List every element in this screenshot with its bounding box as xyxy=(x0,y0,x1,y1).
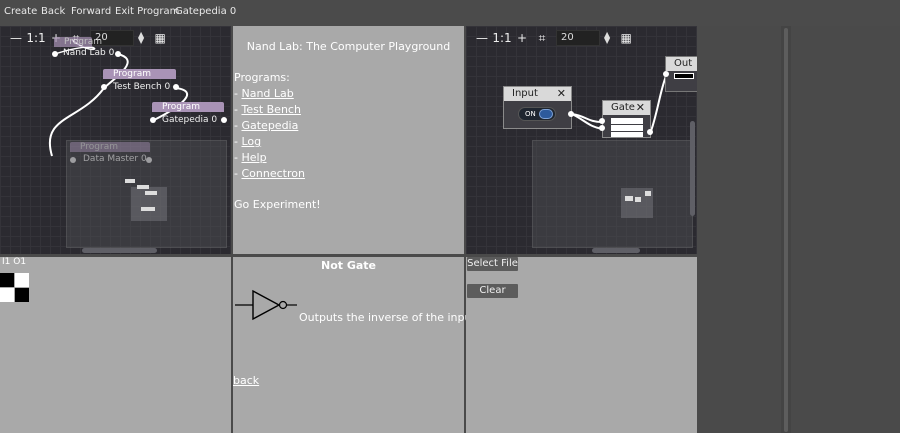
port[interactable] xyxy=(52,51,58,57)
minimap-node xyxy=(645,191,651,196)
port[interactable] xyxy=(599,118,605,124)
circuit-toolbar: — 1:1 + ⌗ 20 ▲ ▼ ▦ xyxy=(472,29,636,47)
menu-gatepedia[interactable]: Gatepedia 0 xyxy=(175,6,236,17)
port[interactable] xyxy=(647,129,653,135)
file-panel: Select File Clear xyxy=(466,257,697,433)
snap-icon[interactable]: ⌗ xyxy=(532,29,552,47)
spin-arrows-icon[interactable]: ▲ ▼ xyxy=(138,31,144,45)
zoom-reset-button[interactable]: 1:1 xyxy=(26,29,46,47)
menu-create[interactable]: Create xyxy=(4,6,37,17)
node-nand-lab[interactable]: Nand Lab 0 xyxy=(63,48,114,58)
input-node[interactable]: Input ✕ ON xyxy=(503,86,572,129)
truth-cell-o1-row2 xyxy=(15,288,29,302)
spin-arrows-icon[interactable]: ▲ ▼ xyxy=(604,31,610,45)
link-row: - Help xyxy=(234,151,267,164)
port[interactable] xyxy=(221,117,227,123)
menu-bar: Create Back Forward Exit Program Gateped… xyxy=(0,0,900,26)
truth-table-panel: I1 O1 xyxy=(0,257,231,433)
truth-table-header: I1 O1 xyxy=(2,257,27,267)
window-scrollbar[interactable] xyxy=(781,26,791,433)
link-gatepedia[interactable]: Gatepedia xyxy=(241,119,298,132)
link-test-bench[interactable]: Test Bench xyxy=(241,103,300,116)
port[interactable] xyxy=(599,125,605,131)
select-file-button[interactable]: Select File xyxy=(467,257,518,271)
truth-cell-o1-row1 xyxy=(15,273,29,287)
link-help[interactable]: Help xyxy=(241,151,266,164)
minimap-node xyxy=(141,207,155,211)
toggle-on-label: ON xyxy=(525,110,536,118)
gate-input-indicator xyxy=(611,125,643,131)
horizontal-scrollbar[interactable] xyxy=(592,248,640,253)
close-icon[interactable]: ✕ xyxy=(557,87,566,101)
node-title-test-bench[interactable]: Program xyxy=(103,69,176,79)
node-title-nand-lab[interactable]: Program xyxy=(54,37,102,47)
output-node[interactable]: Out xyxy=(665,56,697,92)
link-connectron[interactable]: Connectron xyxy=(241,167,304,180)
node-data-master[interactable]: Data Master 0 xyxy=(83,154,147,164)
gate-node-title: Gate xyxy=(611,102,635,113)
minimap-icon[interactable]: ▦ xyxy=(616,29,636,47)
link-row: - Gatepedia xyxy=(234,119,299,132)
minimap-node xyxy=(625,196,633,201)
minimap-node xyxy=(635,197,641,202)
window-scrollbar-thumb[interactable] xyxy=(784,28,788,432)
welcome-title: Nand Lab: The Computer Playground xyxy=(246,40,451,53)
clear-button[interactable]: Clear xyxy=(467,284,518,298)
minimap-node xyxy=(125,179,135,183)
menu-exit-program[interactable]: Exit Program xyxy=(115,6,179,17)
link-nand-lab[interactable]: Nand Lab xyxy=(241,87,293,100)
menu-back[interactable]: Back xyxy=(41,6,65,17)
port[interactable] xyxy=(70,157,76,163)
minimap-node xyxy=(137,185,149,189)
gate-title: Not Gate xyxy=(320,259,377,272)
gate-description: Outputs the inverse of the input. xyxy=(299,311,480,324)
gate-output-indicator xyxy=(611,132,643,137)
circuit-graph[interactable]: — 1:1 + ⌗ 20 ▲ ▼ ▦ Input ✕ ON Gate ✕ Out xyxy=(466,26,697,254)
horizontal-scrollbar[interactable] xyxy=(82,248,157,253)
port[interactable] xyxy=(101,84,107,90)
back-link[interactable]: back xyxy=(233,374,259,387)
port[interactable] xyxy=(173,84,179,90)
link-row: - Test Bench xyxy=(234,103,301,116)
port[interactable] xyxy=(150,117,156,123)
link-row: - Nand Lab xyxy=(234,87,294,100)
welcome-panel: Nand Lab: The Computer Playground Progra… xyxy=(233,26,464,254)
gate-info-panel: Not Gate Outputs the inverse of the inpu… xyxy=(233,257,479,433)
link-row: - Connectron xyxy=(234,167,305,180)
output-indicator xyxy=(674,73,694,79)
zoom-in-button[interactable]: + xyxy=(512,29,532,47)
truth-cell-i1-row1 xyxy=(0,273,14,287)
program-graph[interactable]: — 1:1 + ⌗ 20 ▲▼ ▦ Program Nand Lab 0 Pro… xyxy=(0,26,231,254)
zoom-out-button[interactable]: — xyxy=(472,29,492,47)
gate-node[interactable]: Gate ✕ xyxy=(602,100,651,138)
toggle-knob xyxy=(539,109,553,119)
truth-cell-i1-row2 xyxy=(0,288,14,302)
go-experiment-text: Go Experiment! xyxy=(234,198,321,211)
minimap-node xyxy=(145,191,157,195)
node-test-bench[interactable]: Test Bench 0 xyxy=(113,82,170,92)
output-node-title: Out xyxy=(674,58,693,69)
close-icon[interactable]: ✕ xyxy=(636,101,645,115)
port[interactable] xyxy=(568,111,574,117)
input-node-title: Input xyxy=(512,88,538,99)
zoom-out-button[interactable]: — xyxy=(6,29,26,47)
circuit-minimap[interactable] xyxy=(532,140,693,248)
menu-forward[interactable]: Forward xyxy=(71,6,111,17)
vertical-scrollbar[interactable] xyxy=(690,121,695,216)
input-toggle-switch[interactable]: ON xyxy=(518,107,556,121)
programs-heading: Programs: xyxy=(234,71,290,84)
port[interactable] xyxy=(663,71,669,77)
snap-value-input[interactable]: 20 xyxy=(556,30,600,46)
port[interactable] xyxy=(146,157,152,163)
zoom-reset-button[interactable]: 1:1 xyxy=(492,29,512,47)
minimap-icon[interactable]: ▦ xyxy=(150,29,170,47)
link-log[interactable]: Log xyxy=(241,135,261,148)
gate-input-indicator xyxy=(611,118,643,124)
not-gate-symbol-icon xyxy=(235,289,297,321)
link-row: - Log xyxy=(234,135,262,148)
node-gatepedia[interactable]: Gatepedia 0 xyxy=(162,115,217,125)
port[interactable] xyxy=(115,51,121,57)
node-title-gatepedia[interactable]: Program xyxy=(152,102,224,112)
node-title-data-master[interactable]: Program xyxy=(70,142,150,152)
